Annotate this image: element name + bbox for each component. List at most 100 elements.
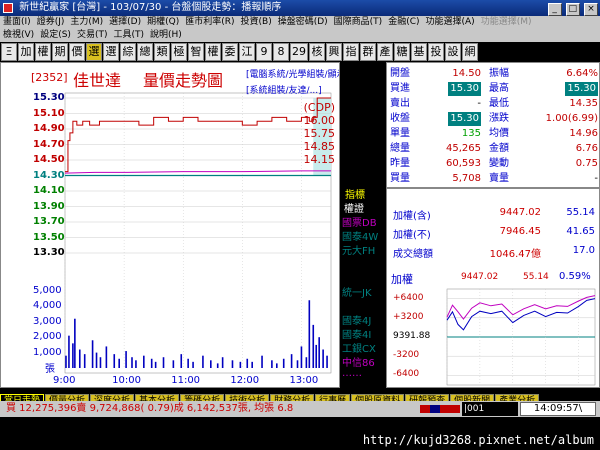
indicator-red-2 xyxy=(440,405,460,413)
tab-3[interactable]: 基本分析 xyxy=(135,394,180,401)
broker-item[interactable]: …… xyxy=(342,368,362,379)
toolbar-button[interactable]: 綜 xyxy=(120,43,136,61)
tab-6[interactable]: 財務分析 xyxy=(270,394,315,401)
toolbar-button[interactable]: 江 xyxy=(239,43,255,61)
menu-item[interactable]: 匯市利率(R) xyxy=(182,16,237,28)
volume-bar xyxy=(150,358,153,368)
volume-bar xyxy=(162,357,165,368)
volume-bar xyxy=(65,355,67,368)
toolbar-button[interactable]: 群 xyxy=(360,43,376,61)
toolbar-button[interactable]: 指 xyxy=(343,43,359,61)
volume-tick-label: 1,000 xyxy=(33,346,62,358)
quote-value-right: 14.96 xyxy=(569,128,598,139)
toolbar-button[interactable]: 選 xyxy=(103,43,119,61)
tab-11[interactable]: 產業分析 xyxy=(495,394,540,401)
tab-1[interactable]: 價量分析 xyxy=(45,394,90,401)
tab-2[interactable]: 深度分析 xyxy=(90,394,135,401)
toolbar-button[interactable]: 網 xyxy=(462,43,478,61)
cdp-label: 15.75 xyxy=(303,127,336,140)
broker-item[interactable]: FU凱基 xyxy=(342,298,375,313)
broker-item[interactable]: 國票DB xyxy=(342,214,377,229)
toolbar-button[interactable]: 期 xyxy=(52,43,68,61)
index-row: 成交總額 1046.47億 17.0 xyxy=(387,245,599,260)
menu-item[interactable]: 檢視(V) xyxy=(0,29,37,41)
menu-item[interactable]: 操盤密碼(D) xyxy=(275,16,331,28)
broker-item[interactable]: 工銀CX xyxy=(342,340,376,355)
toolbar-button[interactable]: 加 xyxy=(18,43,34,61)
toolbar-button[interactable]: 智 xyxy=(188,43,204,61)
maximize-button[interactable]: □ xyxy=(565,3,580,16)
close-button[interactable]: × xyxy=(584,3,598,16)
price-volume-chart: [2352] 佳世達 量價走勢圖 [電腦系統/光學組裝/顯示器 [系統組裝/友達… xyxy=(0,62,340,388)
stock-name: 佳世達 xyxy=(73,71,122,90)
toolbar-button[interactable]: 委 xyxy=(222,43,238,61)
toolbar-button[interactable]: 類 xyxy=(154,43,170,61)
industry-tag-1[interactable]: [電腦系統/光學組裝/顯示器 xyxy=(246,67,339,80)
toolbar-button[interactable]: 極 xyxy=(171,43,187,61)
toolbar-button[interactable]: 價 xyxy=(69,43,85,61)
broker-item[interactable]: 中信86 xyxy=(342,354,375,369)
menu-item[interactable]: 國際商品(T) xyxy=(331,16,386,28)
minimize-button[interactable]: _ xyxy=(547,3,562,16)
volume-bar xyxy=(322,349,324,368)
quote-value: 135 xyxy=(461,128,481,139)
tab-7[interactable]: 行事曆 xyxy=(315,394,351,401)
volume-bar xyxy=(135,360,137,368)
tab-9[interactable]: 研報預查 xyxy=(405,394,450,401)
menu-item[interactable]: 交易(T) xyxy=(74,29,111,41)
menu-item[interactable]: 證券(J) xyxy=(34,16,68,28)
toolbar-button[interactable]: 糖 xyxy=(394,43,410,61)
broker-header: 指標 xyxy=(342,186,368,201)
volume-bar xyxy=(192,361,194,368)
menu-item[interactable]: 設定(S) xyxy=(37,29,74,41)
toolbar-button[interactable]: 設 xyxy=(445,43,461,61)
volume-bar xyxy=(276,363,278,368)
tab-bar: 當日走勢 價量分析 深度分析 基本分析 籌碼分析 技術分析 財務分析 行事曆 個股原資料 研報預查… xyxy=(0,388,600,401)
quote-label-right: 賣量 xyxy=(489,173,509,184)
toolbar-button[interactable]: 核 xyxy=(309,43,325,61)
broker-item[interactable]: 日盛BN xyxy=(342,270,376,285)
toolbar-button[interactable]: 9 xyxy=(256,43,272,61)
toolbar-button[interactable]: 投 xyxy=(428,43,444,61)
broker-item[interactable]: 國泰4W xyxy=(342,228,378,243)
app-icon xyxy=(3,3,13,13)
menu-row-1: 畫面(I) 證券(J) 主力(M) 選擇(D) 期權(Q) 匯市利率(R) 投資(B) 操盤密… xyxy=(0,16,535,29)
menu-item[interactable]: 金融(C) xyxy=(385,16,422,28)
toolbar-button[interactable]: 選 xyxy=(86,43,102,61)
menu-item[interactable]: 期權(Q) xyxy=(144,16,182,28)
menu-item[interactable]: 主力(M) xyxy=(67,16,106,28)
menu-item[interactable]: 畫面(I) xyxy=(0,16,34,28)
menu-item[interactable]: 投資(B) xyxy=(238,16,275,28)
stock-code-input[interactable]: |001 xyxy=(462,402,518,416)
index-mini-change: 55.14 xyxy=(523,272,549,282)
toolbar-button[interactable]: 產 xyxy=(377,43,393,61)
toolbar-button[interactable]: 29 xyxy=(290,43,308,61)
index-row: 加權(不) 7946.45 41.65 xyxy=(387,226,599,241)
toolbar-button[interactable]: 基 xyxy=(411,43,427,61)
menu-item[interactable]: 說明(H) xyxy=(147,29,185,41)
volume-bar xyxy=(105,346,108,368)
tab-10[interactable]: 個股新聞 xyxy=(450,394,495,401)
broker-item[interactable]: 權證 xyxy=(342,200,366,215)
toolbar-button[interactable]: 總 xyxy=(137,43,153,61)
toolbar-button[interactable]: 權 xyxy=(35,43,51,61)
tab-5[interactable]: 技術分析 xyxy=(225,394,270,401)
broker-item[interactable]: 國泰4J xyxy=(342,312,371,327)
menu-item[interactable]: 工具(T) xyxy=(110,29,147,41)
industry-tag-2[interactable]: [系統組裝/友達/...] xyxy=(246,83,322,96)
toolbar-button[interactable]: 8 xyxy=(273,43,289,61)
toolbar-button[interactable]: Ξ xyxy=(1,43,17,61)
volume-bar xyxy=(282,358,285,368)
menu-item[interactable]: 選擇(D) xyxy=(106,16,144,28)
broker-item[interactable]: 統一JK xyxy=(342,284,372,299)
menu-item[interactable]: 功能選擇(A) xyxy=(423,16,478,28)
broker-item[interactable]: 7M元富 xyxy=(342,256,377,271)
quote-label: 昨量 xyxy=(390,158,410,169)
tab-0[interactable]: 當日走勢 xyxy=(0,394,45,401)
tab-8[interactable]: 個股原資料 xyxy=(351,394,405,401)
toolbar-button[interactable]: 興 xyxy=(326,43,342,61)
broker-item[interactable]: 國泰4I xyxy=(342,326,371,341)
tab-4[interactable]: 籌碼分析 xyxy=(180,394,225,401)
broker-item[interactable]: 元大FH xyxy=(342,242,375,257)
toolbar-button[interactable]: 權 xyxy=(205,43,221,61)
